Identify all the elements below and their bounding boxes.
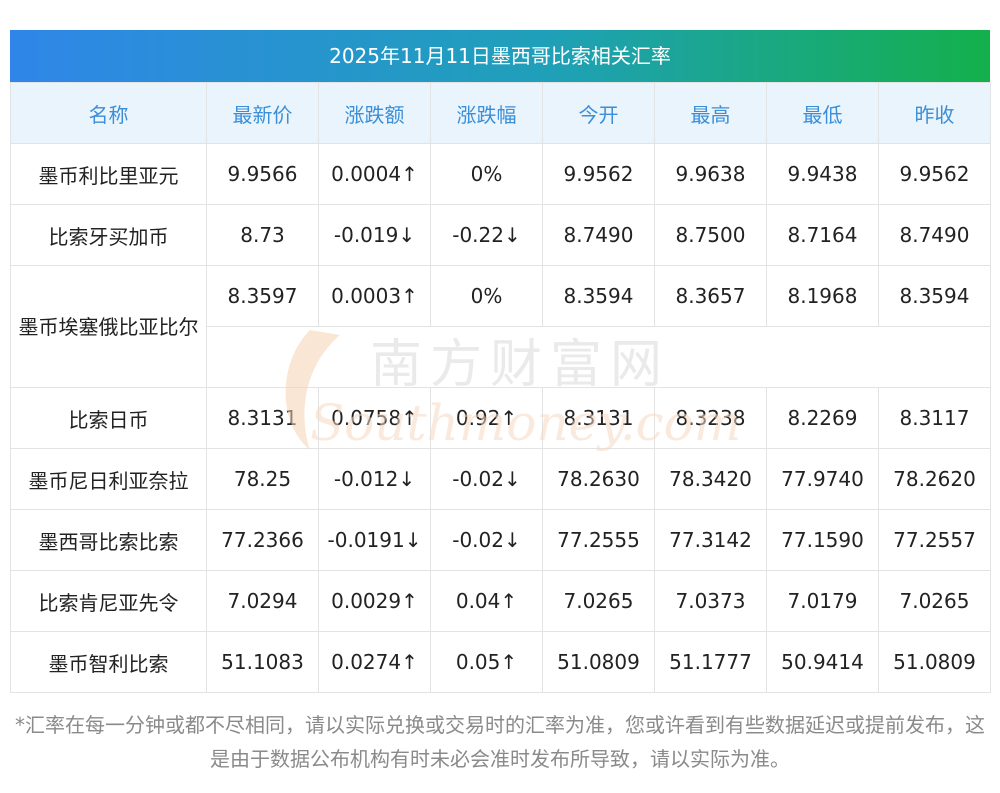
change-percent: -0.22↓ <box>430 204 543 266</box>
header-low: 最低 <box>766 82 879 144</box>
currency-name: 墨币利比里亚元 <box>10 143 207 205</box>
change-amount: 0.0004↑ <box>318 143 431 205</box>
table-row: 墨币埃塞俄比亚比尔 8.3597 0.0003↑ 0% 8.3594 8.365… <box>10 265 991 388</box>
change-percent: 0% <box>430 265 543 327</box>
currency-name: 墨币智利比索 <box>10 631 207 693</box>
currency-name: 墨西哥比索比索 <box>10 509 207 571</box>
low-price: 8.7164 <box>766 204 879 266</box>
disclaimer-note: *汇率在每一分钟或都不尽相同，请以实际兑换或交易时的汇率为准，您或许看到有些数据… <box>15 713 985 771</box>
open-price: 8.3594 <box>542 265 655 327</box>
header-open: 今开 <box>542 82 655 144</box>
prev-close: 7.0265 <box>878 570 991 632</box>
prev-close: 77.2557 <box>878 509 991 571</box>
header-latest: 最新价 <box>206 82 319 144</box>
table-row: 比索日币 8.3131 0.0758↑ 0.92↑ 8.3131 8.3238 … <box>10 387 991 449</box>
high-price: 9.9638 <box>654 143 767 205</box>
currency-name: 墨币尼日利亚奈拉 <box>10 448 207 510</box>
change-amount: 0.0003↑ <box>318 265 431 327</box>
latest-price: 8.73 <box>206 204 319 266</box>
low-price: 9.9438 <box>766 143 879 205</box>
prev-close: 8.3594 <box>878 265 991 327</box>
change-amount: -0.012↓ <box>318 448 431 510</box>
prev-close: 8.3117 <box>878 387 991 449</box>
low-price: 8.2269 <box>766 387 879 449</box>
high-price: 8.3238 <box>654 387 767 449</box>
page-title: 2025年11月11日墨西哥比索相关汇率 <box>10 30 990 82</box>
table-row: 墨西哥比索比索 77.2366 -0.0191↓ -0.02↓ 77.2555 … <box>10 509 991 571</box>
open-price: 9.9562 <box>542 143 655 205</box>
change-amount: 0.0274↑ <box>318 631 431 693</box>
change-amount: -0.019↓ <box>318 204 431 266</box>
header-change-pct: 涨跌幅 <box>430 82 543 144</box>
high-price: 77.3142 <box>654 509 767 571</box>
change-amount: 0.0758↑ <box>318 387 431 449</box>
table-row: 墨币尼日利亚奈拉 78.25 -0.012↓ -0.02↓ 78.2630 78… <box>10 448 991 510</box>
low-price: 50.9414 <box>766 631 879 693</box>
high-price: 51.1777 <box>654 631 767 693</box>
high-price: 8.3657 <box>654 265 767 327</box>
header-change: 涨跌额 <box>318 82 431 144</box>
prev-close: 78.2620 <box>878 448 991 510</box>
change-percent: 0.04↑ <box>430 570 543 632</box>
prev-close: 8.7490 <box>878 204 991 266</box>
exchange-rate-table: 名称 最新价 涨跌额 涨跌幅 今开 最高 最低 昨收 墨币利比里亚元 9.956… <box>10 82 991 693</box>
open-price: 8.7490 <box>542 204 655 266</box>
open-price: 77.2555 <box>542 509 655 571</box>
latest-price: 77.2366 <box>206 509 319 571</box>
table-row: 比索肯尼亚先令 7.0294 0.0029↑ 0.04↑ 7.0265 7.03… <box>10 570 991 632</box>
table-header-row: 名称 最新价 涨跌额 涨跌幅 今开 最高 最低 昨收 <box>10 82 991 144</box>
change-amount: -0.0191↓ <box>318 509 431 571</box>
row-continuation <box>206 326 991 388</box>
latest-price: 51.1083 <box>206 631 319 693</box>
high-price: 7.0373 <box>654 570 767 632</box>
header-high: 最高 <box>654 82 767 144</box>
low-price: 8.1968 <box>766 265 879 327</box>
change-percent: 0.05↑ <box>430 631 543 693</box>
open-price: 7.0265 <box>542 570 655 632</box>
latest-price: 8.3131 <box>206 387 319 449</box>
prev-close: 9.9562 <box>878 143 991 205</box>
change-percent: -0.02↓ <box>430 448 543 510</box>
high-price: 8.7500 <box>654 204 767 266</box>
change-amount: 0.0029↑ <box>318 570 431 632</box>
table-row: 比索牙买加币 8.73 -0.019↓ -0.22↓ 8.7490 8.7500… <box>10 204 991 266</box>
latest-price: 8.3597 <box>206 265 319 327</box>
table-row: 墨币利比里亚元 9.9566 0.0004↑ 0% 9.9562 9.9638 … <box>10 143 991 205</box>
latest-price: 9.9566 <box>206 143 319 205</box>
change-percent: -0.02↓ <box>430 509 543 571</box>
prev-close: 51.0809 <box>878 631 991 693</box>
header-prev-close: 昨收 <box>878 82 991 144</box>
currency-name: 比索日币 <box>10 387 207 449</box>
low-price: 77.9740 <box>766 448 879 510</box>
currency-name: 比索牙买加币 <box>10 204 207 266</box>
currency-name: 比索肯尼亚先令 <box>10 570 207 632</box>
latest-price: 78.25 <box>206 448 319 510</box>
latest-price: 7.0294 <box>206 570 319 632</box>
low-price: 77.1590 <box>766 509 879 571</box>
open-price: 51.0809 <box>542 631 655 693</box>
table-row: 墨币智利比索 51.1083 0.0274↑ 0.05↑ 51.0809 51.… <box>10 631 991 693</box>
change-percent: 0% <box>430 143 543 205</box>
open-price: 78.2630 <box>542 448 655 510</box>
change-percent: 0.92↑ <box>430 387 543 449</box>
open-price: 8.3131 <box>542 387 655 449</box>
high-price: 78.3420 <box>654 448 767 510</box>
currency-name: 墨币埃塞俄比亚比尔 <box>10 265 207 388</box>
header-name: 名称 <box>10 82 207 144</box>
low-price: 7.0179 <box>766 570 879 632</box>
